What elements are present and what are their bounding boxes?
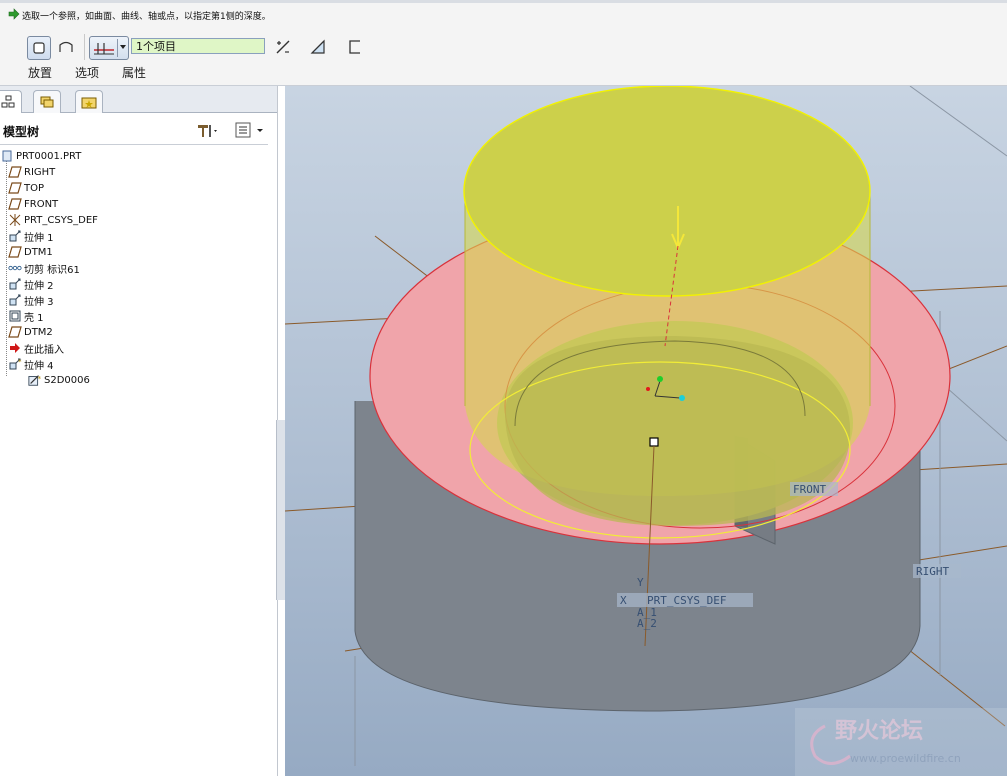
remove-material-icon bbox=[310, 39, 325, 54]
tab-folder-browser[interactable] bbox=[33, 90, 61, 113]
extrude-preview-top bbox=[463, 86, 871, 297]
forum-watermark: 野火论坛 www.proewildfire.cn bbox=[795, 708, 1007, 776]
window-edge bbox=[0, 0, 1007, 3]
extrude-icon bbox=[8, 229, 22, 243]
datum-label-front: FRONT bbox=[793, 483, 826, 496]
dashboard: 选取一个参照，如曲面、曲线、轴或点，以指定第1侧的深度。 1个项目 放置 选项 … bbox=[0, 0, 1007, 86]
tree-item-extrude-1[interactable]: 拉伸 1 bbox=[8, 228, 54, 244]
tab-options[interactable]: 选项 bbox=[75, 64, 99, 81]
navigator-panel: 模型树 PRT0001.PRT RIGHT TOP FRONT PRT_CSYS… bbox=[0, 86, 278, 776]
remove-material-button[interactable] bbox=[307, 36, 329, 58]
tree-columns-button[interactable] bbox=[235, 121, 265, 139]
extrude-icon: * bbox=[8, 357, 22, 371]
tree-item-dtm1[interactable]: DTM1 bbox=[8, 244, 53, 260]
tree-item-root[interactable]: PRT0001.PRT bbox=[0, 148, 81, 164]
watermark-title: 野火论坛 bbox=[835, 718, 923, 744]
insert-arrow-icon bbox=[8, 341, 22, 355]
tools-icon bbox=[198, 125, 217, 137]
graphics-window[interactable]: FRONT RIGHT PRT_CSYS_DEF X Y A_1 A_2 野火论… bbox=[285, 86, 1007, 776]
toolbar-separator bbox=[84, 34, 85, 60]
flip-direction-button[interactable] bbox=[272, 36, 294, 58]
tree-item-insert-here[interactable]: 在此插入 bbox=[8, 340, 64, 356]
list-icon bbox=[235, 122, 263, 138]
surface-icon bbox=[59, 41, 73, 52]
thicken-icon bbox=[349, 40, 360, 54]
tree-item-extrude-3[interactable]: 拉伸 3 bbox=[8, 292, 54, 308]
model-tree-title: 模型树 bbox=[3, 125, 40, 139]
depth-reference-collector[interactable]: 1个项目 bbox=[131, 38, 265, 54]
solid-extrude-button[interactable] bbox=[27, 36, 51, 60]
tree-settings-button[interactable] bbox=[195, 121, 219, 139]
tree-item-front[interactable]: FRONT bbox=[8, 196, 58, 212]
tree-item-cut[interactable]: 切剪 标识61 bbox=[8, 260, 80, 276]
svg-text:*: * bbox=[18, 358, 22, 366]
watermark-url: www.proewildfire.cn bbox=[850, 752, 961, 765]
axis-label-a2: A_2 bbox=[637, 617, 657, 630]
favorites-folder-icon bbox=[81, 97, 97, 109]
chevron-down-icon bbox=[120, 45, 126, 49]
drag-handle-square[interactable] bbox=[649, 437, 659, 447]
tab-placement[interactable]: 放置 bbox=[28, 64, 52, 81]
depth-to-selected-icon bbox=[94, 43, 114, 55]
extrude-icon bbox=[8, 277, 22, 291]
part-icon bbox=[0, 149, 14, 163]
cut-icon bbox=[8, 261, 22, 275]
message-prompt: 选取一个参照，如曲面、曲线、轴或点，以指定第1侧的深度。 bbox=[22, 12, 271, 22]
datum-plane-icon bbox=[8, 245, 22, 259]
model-tree-icon bbox=[1, 95, 15, 108]
csys-label: PRT_CSYS_DEF bbox=[647, 594, 726, 607]
surface-extrude-button[interactable] bbox=[55, 36, 77, 58]
tree-item-right[interactable]: RIGHT bbox=[8, 164, 55, 180]
tree-item-dtm2[interactable]: DTM2 bbox=[8, 324, 53, 340]
tree-item-top[interactable]: TOP bbox=[8, 180, 44, 196]
dropdown-divider bbox=[117, 39, 118, 57]
model-tree-header: 模型树 bbox=[0, 116, 268, 145]
panel-resize-sash[interactable] bbox=[276, 420, 285, 600]
tree-item-shell[interactable]: 壳 1 bbox=[8, 308, 44, 324]
tree-item-extrude-4[interactable]: * 拉伸 4 bbox=[8, 356, 54, 372]
navigator-tabs bbox=[0, 86, 277, 113]
csys-axis-x: X bbox=[620, 594, 627, 607]
thicken-sketch-button[interactable] bbox=[344, 36, 366, 58]
datum-plane-icon bbox=[8, 181, 22, 195]
shell-icon bbox=[8, 309, 22, 323]
solid-icon bbox=[33, 42, 45, 54]
sketch-icon: * bbox=[28, 373, 42, 387]
csys-icon bbox=[8, 213, 22, 227]
tab-favorites[interactable] bbox=[75, 90, 103, 113]
model-canvas: FRONT RIGHT PRT_CSYS_DEF X Y A_1 A_2 野火论… bbox=[285, 86, 1007, 776]
datum-label-right: RIGHT bbox=[916, 565, 949, 578]
layers-icon bbox=[40, 96, 54, 108]
tab-properties[interactable]: 属性 bbox=[122, 64, 146, 81]
flip-direction-icon bbox=[276, 40, 290, 54]
csys-axis-y: Y bbox=[637, 576, 644, 589]
extrude-icon bbox=[8, 293, 22, 307]
tree-item-extrude-2[interactable]: 拉伸 2 bbox=[8, 276, 54, 292]
tree-item-sketch[interactable]: * S2D0006 bbox=[28, 372, 90, 388]
datum-plane-icon bbox=[8, 325, 22, 339]
svg-text:*: * bbox=[38, 375, 42, 383]
depth-option-dropdown[interactable] bbox=[89, 36, 129, 60]
datum-plane-icon bbox=[8, 197, 22, 211]
datum-plane-icon bbox=[8, 165, 22, 179]
tab-model-tree[interactable] bbox=[0, 90, 22, 113]
prompt-arrow-icon bbox=[8, 8, 20, 20]
tree-item-csys[interactable]: PRT_CSYS_DEF bbox=[8, 212, 98, 228]
